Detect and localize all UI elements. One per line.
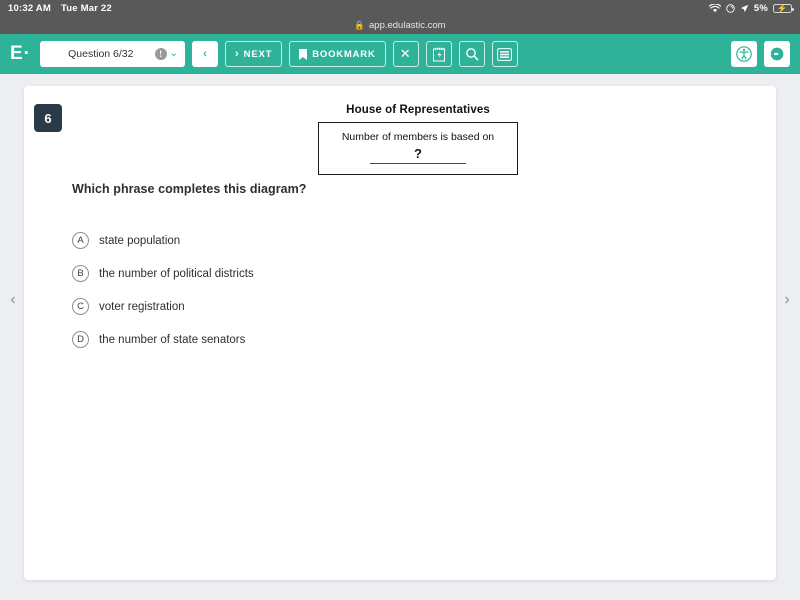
bookmark-label: BOOKMARK (312, 48, 376, 60)
status-date: Tue Mar 22 (60, 3, 112, 14)
location-arrow-icon (740, 4, 749, 13)
next-question-button[interactable]: › NEXT (225, 41, 283, 67)
choice-text-a: state population (99, 234, 181, 247)
search-button[interactable] (458, 41, 485, 67)
choice-letter-b: B (72, 265, 89, 282)
choice-letter-a: A (72, 232, 89, 249)
question-selector-label: Question 6/32 (68, 48, 134, 60)
lock-icon: 🔒 (354, 20, 365, 30)
wifi-icon (708, 4, 721, 13)
info-icon[interactable]: ! (154, 48, 167, 60)
question-selector-dropdown[interactable]: Question 6/32 ! ⌄ (40, 41, 185, 67)
diagram-box: Number of members is based on ? (318, 122, 518, 175)
exit-test-button[interactable] (764, 41, 790, 67)
browser-url-bar[interactable]: 🔒 app.edulastic.com (0, 17, 800, 34)
ios-status-bar: 10:32 AM Tue Mar 22 5% ⚡ (0, 0, 800, 17)
exit-icon (769, 46, 785, 62)
diagram-blank-marker: ? (414, 145, 422, 161)
previous-question-button[interactable]: ‹ (192, 41, 218, 67)
notepad-icon (432, 47, 446, 62)
search-icon (465, 47, 479, 61)
chevron-down-icon[interactable]: ⌄ (170, 49, 178, 59)
status-bar-right: 5% ⚡ (708, 3, 794, 14)
choice-text-b: the number of political districts (99, 267, 254, 280)
close-button[interactable]: ✕ (392, 41, 419, 67)
next-arrow-icon: › (235, 48, 239, 60)
orientation-lock-icon (726, 4, 735, 13)
previous-question-label: ‹ (203, 48, 207, 60)
choice-text-c: voter registration (99, 300, 185, 313)
close-icon: ✕ (399, 46, 412, 61)
diagram-blank-rule (370, 162, 466, 164)
toolbar-right-group (731, 41, 790, 67)
menu-button[interactable] (491, 41, 518, 67)
menu-icon (497, 47, 513, 61)
url-text: app.edulastic.com (369, 20, 446, 31)
question-number-badge: 6 (34, 104, 62, 132)
choice-letter-d: D (72, 331, 89, 348)
accessibility-icon (736, 46, 752, 62)
edulastic-logo[interactable]: E· (10, 43, 33, 65)
app-toolbar: E· Question 6/32 ! ⌄ ‹ › NEXT BOOKMARK ✕ (0, 34, 800, 74)
next-question-label: NEXT (243, 48, 273, 60)
screen: 10:32 AM Tue Mar 22 5% ⚡ 🔒 app.edulastic… (0, 0, 800, 600)
bookmark-button[interactable]: BOOKMARK (289, 41, 386, 67)
choice-letter-c: C (72, 298, 89, 315)
status-time: 10:32 AM (8, 3, 51, 14)
status-bar-left: 10:32 AM Tue Mar 22 (8, 3, 112, 14)
answer-choice-b[interactable]: B the number of political districts (72, 257, 672, 290)
page-prev-chevron[interactable]: ‹ (3, 275, 23, 325)
scratchpad-button[interactable] (425, 41, 452, 67)
question-card: 6 House of Representatives Number of mem… (24, 86, 776, 580)
diagram-body-text: Number of members is based on (341, 131, 495, 143)
choice-text-d: the number of state senators (99, 333, 246, 346)
battery-percent: 5% (753, 3, 768, 14)
question-diagram: House of Representatives Number of membe… (318, 104, 518, 175)
diagram-title: House of Representatives (346, 104, 490, 116)
page-next-chevron[interactable]: › (777, 275, 797, 325)
accessibility-button[interactable] (731, 41, 757, 67)
bookmark-icon (299, 48, 308, 60)
answer-choice-c[interactable]: C voter registration (72, 290, 672, 323)
battery-charging-icon: ⚡ (773, 3, 794, 14)
answer-choices: A state population B the number of polit… (72, 224, 672, 356)
question-prompt: Which phrase completes this diagram? (72, 182, 307, 196)
answer-choice-a[interactable]: A state population (72, 224, 672, 257)
answer-choice-d[interactable]: D the number of state senators (72, 323, 672, 356)
